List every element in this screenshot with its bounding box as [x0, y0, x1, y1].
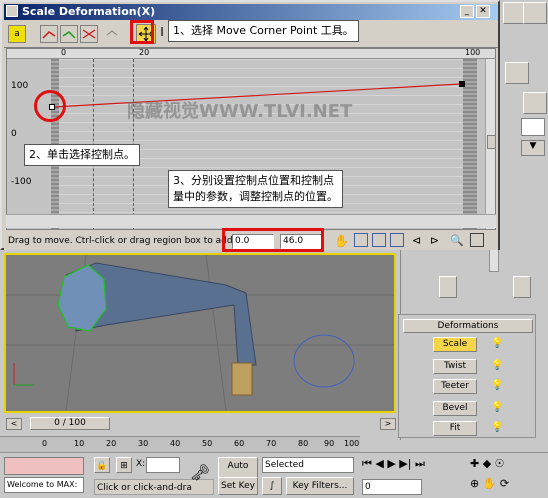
- pan-icon[interactable]: ✋: [334, 232, 349, 250]
- pin-stack-button[interactable]: [439, 276, 457, 298]
- prev-frame-icon[interactable]: <: [6, 418, 22, 430]
- bulb-icon[interactable]: 💡: [491, 421, 503, 435]
- callout-step3-line1: 3、分别设置控制点位置和控制点: [173, 174, 334, 187]
- track-bar[interactable]: 0 10 20 30 40 50 60 70 80 90 100: [0, 436, 360, 452]
- deform-twist-button[interactable]: Twist: [433, 359, 477, 374]
- color-swatch[interactable]: [521, 118, 545, 136]
- display-xy-axes-icon[interactable]: [80, 25, 98, 43]
- modify-icon[interactable]: [505, 62, 529, 84]
- rollout-header[interactable]: Deformations: [403, 319, 533, 333]
- panel-tab-button[interactable]: [523, 2, 547, 24]
- key-icon[interactable]: 🗝: [190, 463, 210, 482]
- deform-bevel-button[interactable]: Bevel: [433, 401, 477, 416]
- bulb-icon[interactable]: 💡: [491, 337, 503, 351]
- make-symmetrical-icon[interactable]: a: [8, 25, 26, 43]
- track-tick: 80: [298, 439, 309, 448]
- scroll-thumb[interactable]: [487, 135, 495, 149]
- window-icon: [6, 5, 18, 17]
- x-label: X:: [136, 459, 146, 469]
- track-tick: 100: [344, 439, 360, 448]
- track-tick: 20: [106, 439, 117, 448]
- zoom-vertical-extents-icon[interactable]: [390, 233, 404, 247]
- horizontal-scrollbar[interactable]: [6, 214, 496, 228]
- playback-controls-icon[interactable]: ⏮ ◀ ▶ ▶| ⏭: [362, 457, 425, 471]
- track-tick: 40: [170, 439, 181, 448]
- deform-fit-button[interactable]: Fit: [433, 421, 477, 436]
- maxscript-listener[interactable]: [4, 457, 84, 475]
- viewport-navigation-icon[interactable]: ✚ ◆ ☉: [470, 457, 505, 470]
- window-title: Scale Deformation(X): [4, 4, 498, 20]
- next-frame-icon[interactable]: >: [380, 418, 396, 430]
- callout-step2: 2、单击选择控制点。: [24, 144, 140, 166]
- dropdown-arrow-icon[interactable]: ▼: [521, 140, 545, 156]
- zoom-horizontal-extents-icon[interactable]: [372, 233, 386, 247]
- swap-curves-icon[interactable]: [104, 25, 122, 43]
- absolute-mode-icon[interactable]: ⊞: [116, 457, 132, 473]
- display-y-axis-icon[interactable]: [60, 25, 78, 43]
- bulb-icon[interactable]: 💡: [491, 359, 503, 373]
- callout-step3-line2: 量中的参数，调整控制点的位置。: [173, 190, 338, 203]
- deformations-rollout: Deformations Scale 💡 Twist 💡 Teeter 💡 Be…: [398, 314, 536, 438]
- bulb-icon[interactable]: 💡: [491, 379, 503, 393]
- status-hint: Drag to move. Ctrl-click or drag region …: [8, 236, 245, 246]
- highlight-move-tool: [130, 20, 154, 44]
- current-frame-field[interactable]: 0: [362, 479, 422, 495]
- perspective-viewport[interactable]: [4, 253, 396, 413]
- key-selection-dropdown[interactable]: Selected: [262, 457, 354, 473]
- set-key-button[interactable]: Set Key: [218, 477, 258, 495]
- viewport-navigation-icon[interactable]: ⊕ ✋ ⟳: [470, 477, 509, 490]
- minimize-icon[interactable]: _: [460, 5, 474, 18]
- callout-step1: 1、选择 Move Corner Point 工具。: [168, 20, 359, 42]
- track-tick: 10: [74, 439, 85, 448]
- key-filters-button[interactable]: Key Filters...: [286, 477, 354, 495]
- loft-object: [6, 255, 394, 411]
- configure-button[interactable]: [513, 276, 531, 298]
- track-tick: 30: [138, 439, 149, 448]
- track-tick: 50: [202, 439, 213, 448]
- lock-icon[interactable]: 🔒: [94, 457, 110, 473]
- scale-control-point-icon[interactable]: I: [156, 25, 168, 43]
- track-tick: 70: [266, 439, 277, 448]
- time-slider[interactable]: 0 / 100: [30, 417, 110, 430]
- display-x-axis-icon[interactable]: [40, 25, 58, 43]
- watermark: 隐藏视觉WWW.TLVI.NET: [127, 101, 353, 122]
- highlight-value-fields: [222, 228, 324, 252]
- zoom-horizontal-icon[interactable]: ⊲: [412, 232, 421, 250]
- close-icon[interactable]: ✕: [476, 5, 490, 18]
- callout-step3: 3、分别设置控制点位置和控制点 量中的参数，调整控制点的位置。: [168, 170, 343, 208]
- control-point-end[interactable]: [459, 81, 465, 87]
- zoom-icon[interactable]: 🔍: [450, 232, 464, 250]
- track-tick: 60: [234, 439, 245, 448]
- zoom-region-icon[interactable]: [470, 233, 484, 247]
- bulb-icon[interactable]: 💡: [491, 401, 503, 415]
- hammer-icon[interactable]: [523, 92, 547, 114]
- welcome-text: Welcome to MAX:: [4, 477, 84, 493]
- zoom-extents-icon[interactable]: [354, 233, 368, 247]
- deform-scale-button[interactable]: Scale: [433, 337, 477, 352]
- highlight-control-point: [34, 90, 66, 122]
- zoom-vertical-icon[interactable]: ⊳: [430, 232, 439, 250]
- default-tangent-icon[interactable]: ∫: [262, 477, 282, 495]
- track-tick: 90: [324, 439, 335, 448]
- x-coordinate-field[interactable]: [146, 457, 180, 473]
- deform-teeter-button[interactable]: Teeter: [433, 379, 477, 394]
- status-panel: Welcome to MAX: 🔒 ⊞ X: Click or click-an…: [0, 452, 548, 498]
- track-tick: 0: [42, 439, 48, 448]
- vertical-scrollbar[interactable]: [485, 59, 495, 229]
